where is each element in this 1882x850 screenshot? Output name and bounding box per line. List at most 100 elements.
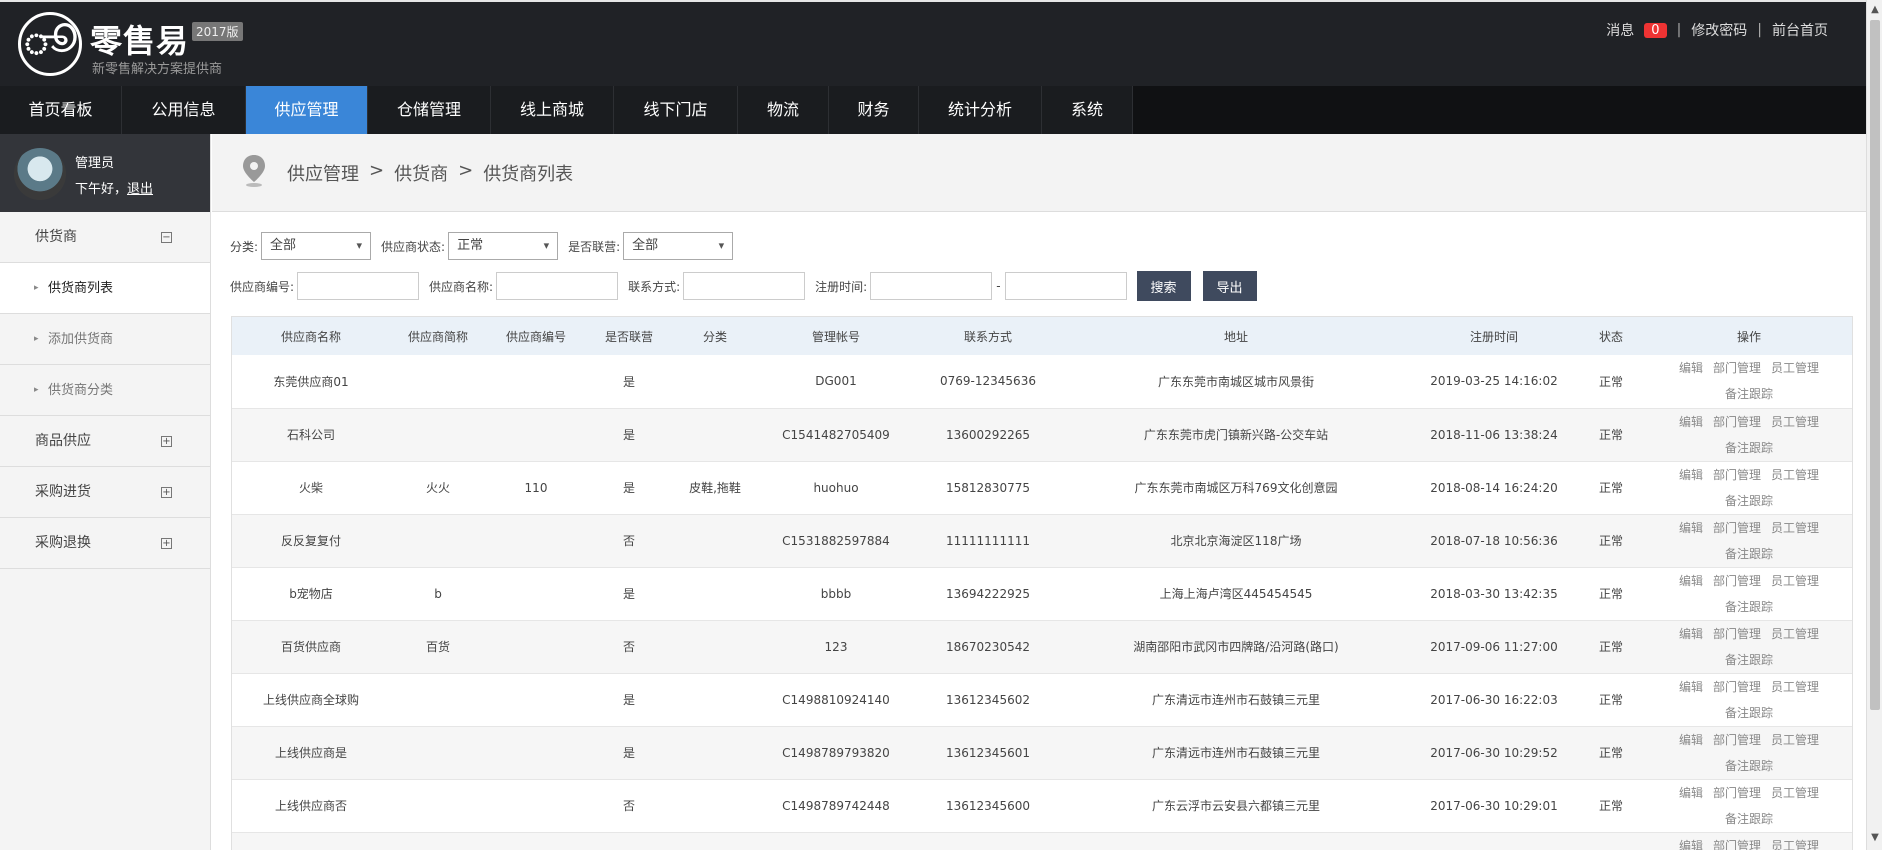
col-supplier-name: 上线供应商否 <box>232 779 390 833</box>
edit-link[interactable]: 编辑 <box>1679 468 1703 482</box>
col-reg-time: 2017-06-30 10:29:52 <box>1410 726 1578 780</box>
table-body: 东莞供应商01 是 DG001 0769-12345636 广东东莞市南城区城市风景街 2… <box>232 355 1852 850</box>
sidebar-group-purchase-return[interactable]: 采购退换 + <box>0 518 210 569</box>
col-category <box>672 779 758 833</box>
header-col-supplier-name: 供应商名称 <box>232 317 390 355</box>
note-track-link[interactable]: 备注跟踪 <box>1725 706 1773 720</box>
nav-finance[interactable]: 财务 <box>829 86 919 134</box>
joint-select[interactable]: 全部 <box>623 232 734 260</box>
col-joint: 否 <box>586 514 672 568</box>
joint-label: 是否联营: <box>568 239 621 254</box>
header-col-address: 地址 <box>1062 317 1410 355</box>
col-contact: 0769-12345636 <box>914 355 1062 409</box>
staff-manage-link[interactable]: 员工管理 <box>1771 574 1819 588</box>
scroll-up-icon[interactable]: ▲ <box>1869 4 1881 18</box>
staff-manage-link[interactable]: 员工管理 <box>1771 627 1819 641</box>
collapse-icon[interactable]: − <box>161 232 172 243</box>
note-track-link[interactable]: 备注跟踪 <box>1725 759 1773 773</box>
dept-manage-link[interactable]: 部门管理 <box>1713 574 1761 588</box>
scroll-down-icon[interactable]: ▼ <box>1869 832 1881 846</box>
messages-count-badge[interactable]: 0 <box>1644 22 1667 38</box>
expand-icon[interactable]: + <box>161 436 172 447</box>
status-select[interactable]: 正常 <box>448 232 559 260</box>
supplier-name-input[interactable] <box>496 272 619 300</box>
supplier-code-input[interactable] <box>297 272 420 300</box>
staff-manage-link[interactable]: 员工管理 <box>1771 839 1819 850</box>
breadcrumb-trail: 供应管理 > 供货商 > 供货商列表 <box>287 160 573 186</box>
nav-warehouse[interactable]: 仓储管理 <box>368 86 491 134</box>
staff-manage-link[interactable]: 员工管理 <box>1771 468 1819 482</box>
nav-logistics[interactable]: 物流 <box>738 86 829 134</box>
edit-link[interactable]: 编辑 <box>1679 839 1703 850</box>
dept-manage-link[interactable]: 部门管理 <box>1713 680 1761 694</box>
staff-manage-link[interactable]: 员工管理 <box>1771 415 1819 429</box>
edit-link[interactable]: 编辑 <box>1679 361 1703 375</box>
page-scrollbar[interactable]: ▲ ▼ <box>1866 0 1882 850</box>
col-status: 正常 <box>1578 726 1644 780</box>
nav-statistics[interactable]: 统计分析 <box>919 86 1042 134</box>
dept-manage-link[interactable]: 部门管理 <box>1713 627 1761 641</box>
sidebar-group-purchase[interactable]: 采购进货 + <box>0 467 210 518</box>
supplier-name-label: 供应商名称: <box>429 279 494 294</box>
staff-manage-link[interactable]: 员工管理 <box>1771 733 1819 747</box>
breadcrumb-supplier[interactable]: 供货商 <box>394 160 448 186</box>
note-track-link[interactable]: 备注跟踪 <box>1725 494 1773 508</box>
nav-offline-store[interactable]: 线下门店 <box>614 86 738 134</box>
staff-manage-link[interactable]: 员工管理 <box>1771 521 1819 535</box>
regtime-start-input[interactable] <box>870 272 993 300</box>
breadcrumb-supply[interactable]: 供应管理 <box>287 160 359 186</box>
brand-logo-icon[interactable]: ூ <box>18 12 82 76</box>
staff-manage-link[interactable]: 员工管理 <box>1771 786 1819 800</box>
regtime-end-input[interactable] <box>1004 272 1127 300</box>
dept-manage-link[interactable]: 部门管理 <box>1713 361 1761 375</box>
edit-link[interactable]: 编辑 <box>1679 574 1703 588</box>
table-row: 石科公司 是 C1541482705409 13600292265 广东东莞市虎门镇新兴… <box>232 408 1852 462</box>
dept-manage-link[interactable]: 部门管理 <box>1713 786 1761 800</box>
dept-manage-link[interactable]: 部门管理 <box>1713 733 1761 747</box>
edit-link[interactable]: 编辑 <box>1679 415 1703 429</box>
change-password-link[interactable]: 修改密码 <box>1691 20 1747 40</box>
greeting-text: 下午好， <box>75 182 128 197</box>
sidebar-item-supplier-category[interactable]: 供货商分类 <box>0 365 210 416</box>
search-button[interactable]: 搜索 <box>1136 271 1191 301</box>
edit-link[interactable]: 编辑 <box>1679 680 1703 694</box>
expand-icon[interactable]: + <box>161 538 172 549</box>
dept-manage-link[interactable]: 部门管理 <box>1713 839 1761 850</box>
contact-input[interactable] <box>683 272 806 300</box>
note-track-link[interactable]: 备注跟踪 <box>1725 600 1773 614</box>
note-track-link[interactable]: 备注跟踪 <box>1725 812 1773 826</box>
category-select[interactable]: 全部 <box>261 232 372 260</box>
col-joint: 是 <box>586 408 672 462</box>
note-track-link[interactable]: 备注跟踪 <box>1725 547 1773 561</box>
nav-system[interactable]: 系统 <box>1042 86 1133 134</box>
col-account: DG001 <box>758 355 914 409</box>
edit-link[interactable]: 编辑 <box>1679 786 1703 800</box>
nav-dashboard[interactable]: 首页看板 <box>0 86 122 134</box>
col-supplier-code <box>486 832 586 850</box>
messages-link[interactable]: 消息 <box>1606 20 1634 40</box>
sidebar-item-add-supplier[interactable]: 添加供货商 <box>0 314 210 365</box>
scrollbar-thumb[interactable] <box>1870 20 1880 710</box>
nav-supply[interactable]: 供应管理 <box>246 86 368 134</box>
staff-manage-link[interactable]: 员工管理 <box>1771 361 1819 375</box>
sidebar-item-supplier-list[interactable]: 供货商列表 <box>0 263 210 314</box>
sidebar-group-supplier[interactable]: 供货商 − <box>0 212 210 263</box>
export-button[interactable]: 导出 <box>1202 271 1257 301</box>
nav-online-mall[interactable]: 线上商城 <box>491 86 614 134</box>
staff-manage-link[interactable]: 员工管理 <box>1771 680 1819 694</box>
note-track-link[interactable]: 备注跟踪 <box>1725 387 1773 401</box>
dept-manage-link[interactable]: 部门管理 <box>1713 521 1761 535</box>
dept-manage-link[interactable]: 部门管理 <box>1713 468 1761 482</box>
edit-link[interactable]: 编辑 <box>1679 733 1703 747</box>
expand-icon[interactable]: + <box>161 487 172 498</box>
edit-link[interactable]: 编辑 <box>1679 521 1703 535</box>
note-track-link[interactable]: 备注跟踪 <box>1725 441 1773 455</box>
sidebar-group-goods-supply[interactable]: 商品供应 + <box>0 416 210 467</box>
edit-link[interactable]: 编辑 <box>1679 627 1703 641</box>
nav-public-info[interactable]: 公用信息 <box>122 86 246 134</box>
logout-link[interactable]: 退出 <box>127 182 153 197</box>
note-track-link[interactable]: 备注跟踪 <box>1725 653 1773 667</box>
dept-manage-link[interactable]: 部门管理 <box>1713 415 1761 429</box>
front-home-link[interactable]: 前台首页 <box>1772 20 1828 40</box>
row-actions: 编辑部门管理员工管理备注跟踪 <box>1644 832 1852 850</box>
